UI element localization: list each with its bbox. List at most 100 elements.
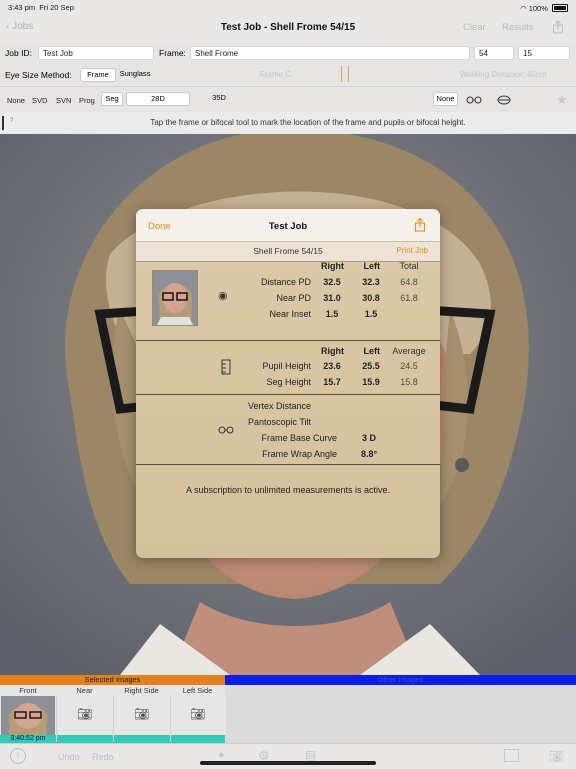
clear-button[interactable]: Clear bbox=[463, 22, 486, 33]
instruction-row: ? Tap the frame or bifocal tool to mark … bbox=[0, 112, 576, 134]
distance-pd-right: 32.5 bbox=[323, 277, 341, 287]
share-icon[interactable] bbox=[551, 20, 565, 34]
front-image-thumbnail[interactable] bbox=[1, 696, 55, 735]
sunglass-method-button[interactable]: Sunglass bbox=[116, 68, 154, 82]
lens-type-prog[interactable]: Prog bbox=[79, 96, 95, 105]
undo-button[interactable]: Undo bbox=[58, 752, 80, 762]
status-right: ◠ 100% bbox=[520, 3, 568, 13]
camera-icon: 📷︎ bbox=[190, 707, 206, 721]
eye-size-label: Eye Size Method: bbox=[5, 70, 72, 80]
section-divider bbox=[136, 464, 440, 465]
frame-wrap-angle-label: Frame Wrap Angle bbox=[262, 449, 337, 459]
height-header-average: Average bbox=[392, 346, 426, 356]
working-distance: Working Distance: 45cm bbox=[460, 70, 547, 79]
pupil-height-average: 24.5 bbox=[400, 361, 418, 371]
redo-button[interactable]: Redo bbox=[92, 752, 114, 762]
frame-base-curve-value: 3 D bbox=[361, 433, 376, 443]
other-images-area[interactable] bbox=[225, 685, 576, 743]
lens-type-svd[interactable]: SVD bbox=[32, 96, 47, 105]
section-divider bbox=[136, 340, 440, 341]
section-divider bbox=[136, 394, 440, 395]
seg-28d-button[interactable]: 28D bbox=[126, 92, 190, 106]
results-button[interactable]: Results bbox=[502, 22, 534, 33]
front-photo-thumbnail bbox=[152, 270, 198, 326]
sunglasses-icon[interactable] bbox=[497, 95, 511, 105]
front-slot-label: Front bbox=[19, 686, 37, 695]
lens-type-svn[interactable]: SVN bbox=[56, 96, 71, 105]
near-status-bar bbox=[57, 735, 113, 743]
distance-pd-label: Distance PD bbox=[260, 277, 311, 287]
print-job-button[interactable]: Print Job bbox=[396, 246, 428, 255]
subscription-status: A subscription to unlimited measurements… bbox=[185, 485, 391, 495]
near-inset-right: 1.5 bbox=[325, 309, 339, 319]
frame-field[interactable]: Shell Frome bbox=[190, 46, 470, 60]
seg-height-right: 15.7 bbox=[323, 377, 341, 387]
lens-type-row: None SVD SVN Prog Seg 28D 35D None ★ bbox=[0, 86, 576, 113]
vertex-distance-label: Vertex Distance bbox=[247, 401, 311, 411]
seg-35d-button[interactable]: 35D bbox=[190, 92, 248, 106]
info-icon[interactable]: i bbox=[10, 748, 26, 764]
near-pd-right: 31.0 bbox=[323, 293, 341, 303]
share-icon[interactable] bbox=[414, 218, 426, 232]
camera-icon: 📷︎ bbox=[134, 707, 150, 721]
near-inset-label: Near Inset bbox=[269, 309, 311, 319]
page-title: Test Job - Shell Frome 54/15 bbox=[220, 22, 356, 33]
near-inset-left: 1.5 bbox=[364, 309, 378, 319]
left-side-image-slot[interactable]: 📷︎ bbox=[170, 696, 226, 735]
pupil-height-right: 23.6 bbox=[323, 361, 341, 371]
seg-height-label: Seg Height bbox=[266, 377, 311, 387]
nav-bar: ‹ Jobs Test Job - Shell Frome 54/15 Clea… bbox=[0, 14, 576, 43]
frame-center-hint: Frame C bbox=[260, 70, 292, 79]
pd-header-total: Total bbox=[399, 261, 419, 271]
selected-images-header: Selected Images bbox=[0, 675, 225, 685]
height-header-left: Left bbox=[363, 346, 381, 356]
results-modal: Done Test Job Shell Frome 54/15 Print Jo… bbox=[136, 209, 440, 558]
lens-type-seg[interactable]: Seg bbox=[101, 92, 123, 106]
eye-size-row: Eye Size Method: Frame Sunglass Frame C … bbox=[0, 66, 576, 86]
pd-header-right: Right bbox=[321, 261, 344, 271]
front-timestamp-bar: 3:40:52 pm bbox=[0, 735, 56, 743]
seg-height-left: 15.9 bbox=[362, 377, 380, 387]
instruction-text: Tap the frame or bifocal tool to mark th… bbox=[150, 118, 466, 127]
frame-none-button[interactable]: None bbox=[433, 92, 458, 106]
seg-height-average: 15.8 bbox=[400, 377, 418, 387]
help-mark[interactable]: ? bbox=[10, 118, 13, 124]
home-indicator bbox=[200, 761, 376, 765]
modal-subheader: Shell Frome 54/15 Print Job bbox=[136, 241, 440, 262]
star-icon[interactable]: ★ bbox=[556, 92, 568, 108]
eye-size-field[interactable]: 54 bbox=[474, 46, 514, 60]
bridge-size-field[interactable]: 15 bbox=[518, 46, 570, 60]
height-header-right: Right bbox=[321, 346, 344, 356]
wifi-icon: ◠ bbox=[520, 4, 527, 13]
near-image-slot[interactable]: 📷︎ bbox=[56, 696, 114, 735]
near-pd-left: 30.8 bbox=[362, 293, 380, 303]
job-id-label: Job ID: bbox=[5, 48, 32, 58]
camera-icon: 📷︎ bbox=[77, 707, 93, 721]
bifocal-tool-icon[interactable] bbox=[2, 116, 4, 130]
job-row: Job ID: Test Job Frame: Shell Frome 54 1… bbox=[0, 42, 576, 66]
distance-pd-left: 32.3 bbox=[362, 277, 380, 287]
other-images-header: Other Images bbox=[225, 675, 576, 685]
lens-type-none[interactable]: None bbox=[7, 96, 25, 105]
frame-center-slider-icon[interactable] bbox=[341, 66, 349, 82]
battery-icon bbox=[552, 4, 568, 12]
distance-pd-total: 64.8 bbox=[400, 277, 418, 287]
left-side-slot-label: Left Side bbox=[182, 686, 213, 695]
glasses-icon[interactable] bbox=[466, 96, 482, 104]
camera-icon[interactable]: 📷︎ bbox=[548, 749, 563, 763]
trash-icon[interactable]: ▤ bbox=[305, 748, 316, 762]
job-id-field[interactable]: Test Job bbox=[38, 46, 154, 60]
frame-label: Frame: bbox=[159, 48, 186, 58]
right-side-image-slot[interactable]: 📷︎ bbox=[113, 696, 171, 735]
photo-library-icon[interactable] bbox=[504, 749, 519, 762]
bottom-toolbar: i Undo Redo ● ⚙ ▤ 📷︎ bbox=[0, 743, 576, 769]
modal-header: Done Test Job bbox=[136, 209, 440, 241]
frame-method-button[interactable]: Frame bbox=[80, 68, 116, 82]
pd-header-left: Left bbox=[363, 261, 381, 271]
near-slot-label: Near bbox=[76, 686, 93, 695]
left-side-status-bar bbox=[171, 735, 225, 743]
near-pd-label: Near PD bbox=[276, 293, 311, 303]
frame-name: Shell Frome 54/15 bbox=[253, 246, 323, 256]
mic-icon[interactable]: ● bbox=[218, 749, 225, 761]
modal-title: Test Job bbox=[268, 221, 308, 232]
